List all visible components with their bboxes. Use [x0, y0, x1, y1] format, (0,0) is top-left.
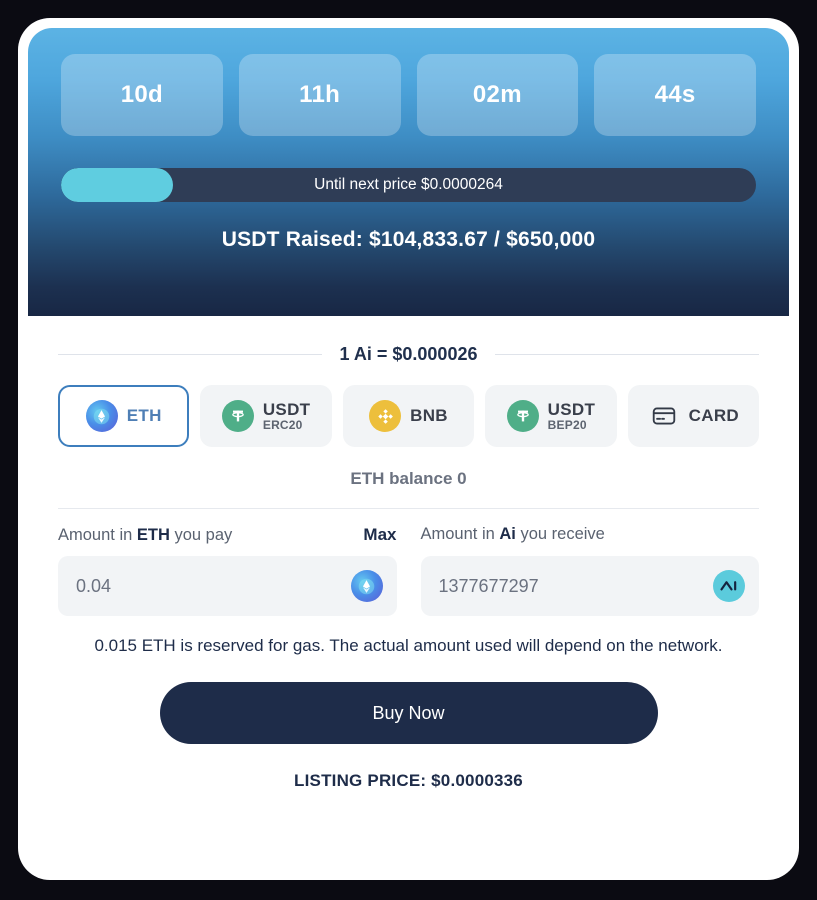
payment-method-selector: ETH USDT ERC20 BNB USDT BEP20 CARD — [58, 385, 760, 447]
card-icon — [648, 400, 680, 432]
payment-method-bnb-labels: BNB — [410, 407, 448, 425]
rate-divider-right — [495, 354, 760, 355]
eth-icon — [350, 570, 383, 602]
usdt-icon — [221, 400, 254, 432]
countdown-hours-value: 11h — [299, 81, 341, 108]
payment-method-card[interactable]: CARD — [627, 385, 760, 447]
price-progress-bar: Until next price $0.0000264 — [61, 168, 756, 202]
payment-method-usdt-bep20-labels: USDT BEP20 — [547, 399, 596, 432]
countdown-days: 10d — [61, 54, 223, 136]
countdown-seconds-value: 44s — [654, 81, 696, 108]
max-button[interactable]: Max — [363, 525, 396, 545]
payment-method-usdt-bep20-network: BEP20 — [547, 417, 587, 432]
usdt-icon — [506, 400, 539, 432]
receive-amount-input[interactable] — [438, 575, 713, 597]
pay-field-group: Amount in ETH you pay Max — [58, 525, 397, 616]
payment-method-usdt-bep20-label: USDT — [547, 399, 596, 419]
pay-field-header: Amount in ETH you pay Max — [58, 525, 397, 547]
receive-field-header: Amount in Ai you receive — [421, 525, 760, 547]
payment-method-eth-labels: ETH — [127, 407, 162, 425]
payment-method-eth[interactable]: ETH — [58, 385, 190, 447]
pay-amount-input[interactable] — [76, 575, 351, 597]
price-progress-label: Until next price $0.0000264 — [314, 176, 503, 193]
token-rate-row: 1 Ai = $0.000026 — [58, 344, 760, 365]
payment-method-usdt-erc20-network: ERC20 — [262, 417, 303, 432]
eth-icon — [85, 400, 118, 432]
section-divider — [58, 508, 759, 509]
countdown-minutes-value: 02m — [472, 81, 522, 108]
price-progress-fill — [61, 168, 173, 202]
amount-fields: Amount in ETH you pay Max 0.04 Amount in… — [58, 525, 759, 616]
countdown-days-value: 10d — [120, 81, 163, 108]
payment-method-usdt-erc20-label: USDT — [262, 399, 311, 419]
usdt-raised-text: USDT Raised: $104,833.67 / $650,000 — [221, 228, 596, 251]
bnb-icon — [369, 400, 402, 432]
payment-method-card-labels: CARD — [689, 407, 739, 425]
payment-method-usdt-bep20[interactable]: USDT BEP20 — [485, 385, 617, 447]
pay-input-box[interactable] — [58, 556, 397, 616]
receive-input-box[interactable] — [420, 556, 759, 616]
receive-field-label: Amount in Ai you receive — [420, 525, 605, 543]
countdown-seconds: 44s — [594, 54, 756, 136]
payment-method-usdt-erc20-labels: USDT ERC20 — [262, 399, 311, 432]
countdown-timer: 10d 11h 02m 44s — [61, 54, 756, 136]
payment-method-bnb-label: BNB — [410, 406, 448, 426]
payment-method-card-label: CARD — [688, 406, 739, 426]
wallet-balance-text: ETH balance 0 — [350, 469, 467, 488]
receive-field-group: Amount in Ai you receive — [420, 525, 760, 616]
presale-widget-card: 10d 11h 02m 44s Until next price $0.0000… — [18, 18, 799, 880]
countdown-hours: 11h — [238, 54, 401, 136]
presale-body: 1 Ai = $0.000026 ETH USDT ERC20 BNB USDT… — [18, 316, 799, 880]
rate-divider-left — [58, 354, 322, 355]
payment-method-usdt-erc20[interactable]: USDT ERC20 — [200, 385, 332, 447]
countdown-minutes: 02m — [416, 54, 579, 136]
ai-token-icon — [713, 570, 745, 602]
gas-disclaimer: 0.015 ETH is reserved for gas. The actua… — [94, 636, 723, 655]
pay-field-label: Amount in ETH you pay — [58, 526, 233, 544]
buy-now-button[interactable]: Buy Now — [159, 682, 658, 745]
presale-header: 10d 11h 02m 44s Until next price $0.0000… — [28, 28, 789, 316]
token-rate-text: 1 Ai = $0.000026 — [339, 344, 478, 364]
payment-method-bnb[interactable]: BNB — [342, 385, 475, 447]
payment-method-eth-label: ETH — [126, 406, 162, 426]
listing-price-text: LISTING PRICE: $0.0000336 — [294, 771, 523, 791]
